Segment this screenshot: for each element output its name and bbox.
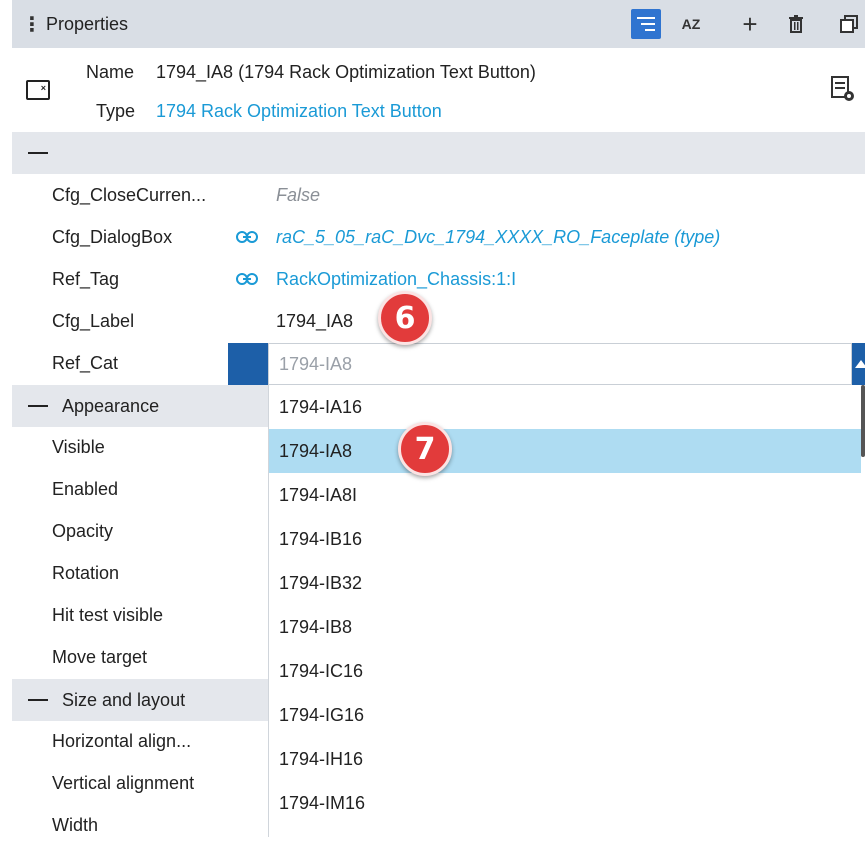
- chevron-up-icon: [855, 360, 865, 368]
- property-settings-icon[interactable]: [831, 76, 855, 102]
- property-name: Cfg_CloseCurren...: [52, 185, 207, 205]
- ref-cat-dropdown-list[interactable]: 1794-IA16 1794-IA8 1794-IA8I 1794-IB16 1…: [268, 385, 865, 837]
- property-name: Ref_Cat: [52, 353, 119, 373]
- object-header: × Name 1794_IA8 (1794 Rack Optimization …: [12, 48, 865, 132]
- combobox-value: 1794-IA8: [279, 354, 353, 374]
- ref-cat-combobox[interactable]: 1794-IA8: [268, 343, 852, 385]
- link-icon: [236, 229, 258, 245]
- property-row: Ref_Tag RackOptimization_Chassis:1:I: [12, 259, 865, 301]
- property-value-link[interactable]: raC_5_05_raC_Dvc_1794_XXXX_RO_Faceplate …: [276, 227, 720, 248]
- dropdown-option[interactable]: 1794-IG16: [269, 693, 861, 737]
- dropdown-option[interactable]: 1794-IA16: [269, 385, 861, 429]
- dropdown-option[interactable]: 1794-IM16: [269, 781, 861, 825]
- type-link[interactable]: 1794 Rack Optimization Text Button: [156, 101, 442, 122]
- add-icon[interactable]: +: [735, 9, 765, 39]
- property-name: Vertical alignment: [52, 773, 195, 793]
- copy-icon[interactable]: [834, 9, 864, 39]
- property-name: Cfg_Label: [52, 311, 135, 331]
- type-label: Type: [96, 101, 136, 121]
- sort-az-icon[interactable]: AZ: [676, 9, 706, 39]
- binding-marker[interactable]: [228, 343, 268, 385]
- link-icon: [236, 271, 258, 287]
- dropdown-option[interactable]: 1794-IB16: [269, 517, 861, 561]
- property-name: Rotation: [52, 563, 120, 583]
- dropdown-scrollbar[interactable]: [861, 385, 865, 457]
- collapse-icon[interactable]: [28, 405, 48, 407]
- section-title: Size and layout: [62, 689, 186, 710]
- dropdown-option[interactable]: 1794-IC16: [269, 649, 861, 693]
- property-name: Horizontal align...: [52, 731, 192, 751]
- trash-icon[interactable]: [781, 9, 811, 39]
- dropdown-option[interactable]: 1794-IB8: [269, 605, 861, 649]
- dropdown-option[interactable]: 1794-IA8I: [269, 473, 861, 517]
- property-name: Visible: [52, 437, 105, 457]
- text-button-icon: ×: [26, 80, 50, 100]
- property-name: Opacity: [52, 521, 114, 541]
- name-label: Name: [86, 62, 135, 82]
- section-properties[interactable]: [12, 132, 865, 174]
- categorize-icon[interactable]: [631, 9, 661, 39]
- collapse-icon[interactable]: [28, 152, 48, 154]
- property-row: Cfg_CloseCurren... False: [12, 175, 865, 217]
- property-name: Ref_Tag: [52, 269, 120, 289]
- property-value-link[interactable]: RackOptimization_Chassis:1:I: [276, 269, 516, 290]
- section-title: Appearance: [62, 395, 160, 416]
- panel-title: Properties: [46, 13, 129, 34]
- collapse-icon[interactable]: [28, 699, 48, 701]
- property-row: Cfg_Label 1794_IA8: [12, 301, 865, 343]
- dropdown-option[interactable]: 1794-IB32: [269, 561, 861, 605]
- property-name: Cfg_DialogBox: [52, 227, 173, 247]
- property-name: Width: [52, 815, 99, 835]
- property-value[interactable]: 1794_IA8: [276, 311, 353, 332]
- property-name: Hit test visible: [52, 605, 164, 625]
- combobox-toggle-button[interactable]: [852, 343, 865, 385]
- dropdown-option-selected[interactable]: 1794-IA8: [269, 429, 861, 473]
- property-value[interactable]: False: [276, 185, 320, 206]
- panel-menu-icon[interactable]: ⋮: [20, 12, 44, 37]
- name-value: 1794_IA8 (1794 Rack Optimization Text Bu…: [156, 62, 536, 82]
- dropdown-option[interactable]: 1794-IH16: [269, 737, 861, 781]
- property-name: Move target: [52, 647, 148, 667]
- property-name: Enabled: [52, 479, 119, 499]
- property-row: Cfg_DialogBox raC_5_05_raC_Dvc_1794_XXXX…: [12, 217, 865, 259]
- sort-az-label: AZ: [681, 16, 701, 32]
- step-6-badge: 6: [378, 291, 432, 345]
- step-7-badge: 7: [398, 422, 452, 476]
